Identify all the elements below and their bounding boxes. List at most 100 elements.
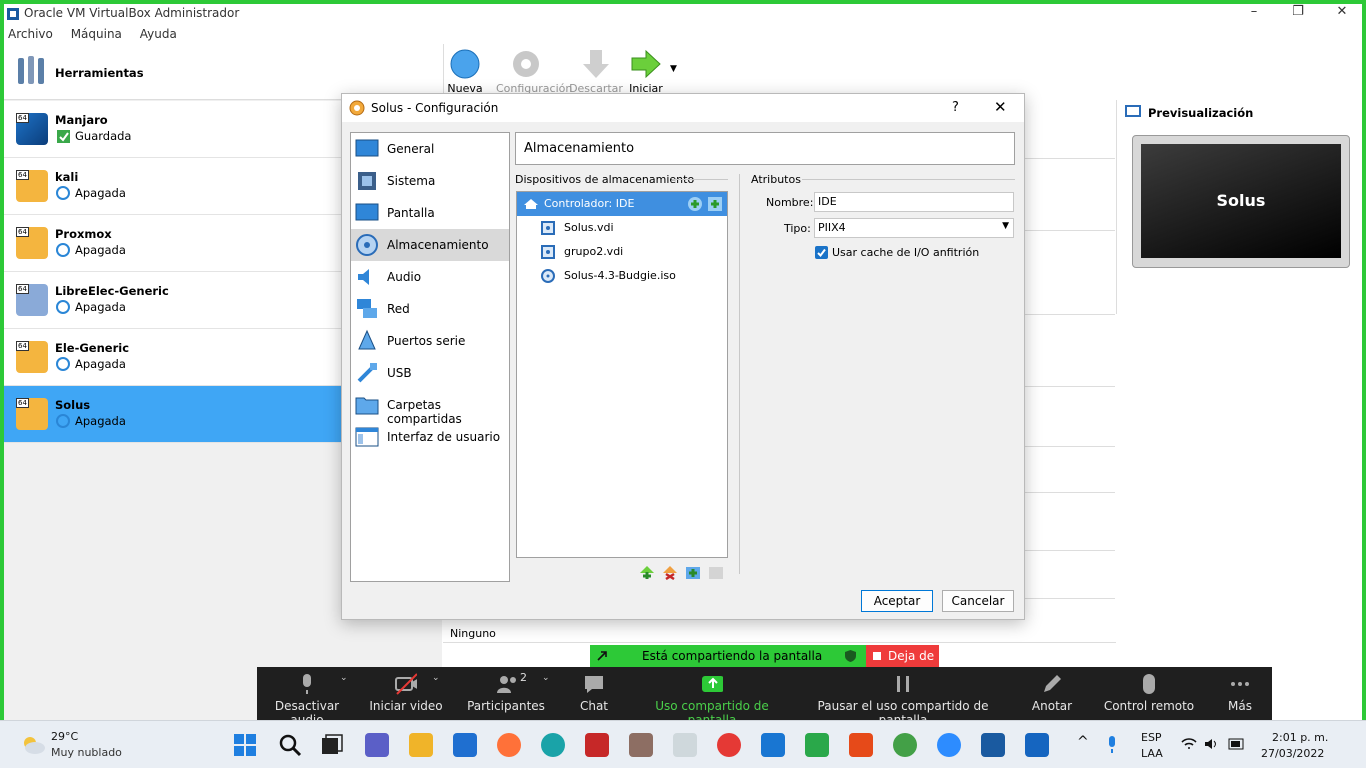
zoom-icon[interactable]: [937, 733, 961, 757]
menu-archivo[interactable]: Archivo: [8, 24, 53, 41]
mute-button[interactable]: Desactivar audio: [263, 673, 351, 727]
menu-ayuda[interactable]: Ayuda: [140, 24, 177, 41]
weather-temp[interactable]: 29°C: [51, 730, 78, 743]
settings-gear-icon: [349, 100, 365, 116]
clock-time[interactable]: 2:01 p. m.: [1272, 731, 1328, 744]
start-button[interactable]: Iniciar: [616, 48, 676, 95]
annotate-button[interactable]: Anotar: [1027, 673, 1077, 713]
add-optical-drive-icon[interactable]: [707, 196, 723, 212]
settings-nav: General Sistema Pantalla Almacenamiento …: [350, 132, 510, 582]
usb-icon: [357, 363, 377, 383]
firefox-icon[interactable]: [497, 733, 521, 757]
power-off-icon: [56, 357, 70, 371]
minecraft-icon[interactable]: [629, 733, 653, 757]
store-icon[interactable]: [453, 733, 477, 757]
nav-carpetas-compartidas[interactable]: Carpetas compartidas: [351, 389, 509, 426]
help-button[interactable]: ?: [952, 100, 959, 115]
stop-share-label: Deja de: [888, 649, 935, 663]
keyboard-layout[interactable]: LAA: [1141, 747, 1163, 760]
remote-control-button[interactable]: Control remoto: [1103, 673, 1195, 713]
battery-icon[interactable]: [1228, 738, 1246, 750]
tray-microphone-icon[interactable]: [1105, 735, 1119, 755]
gamepad-icon[interactable]: [673, 733, 697, 757]
minimize-button[interactable]: –: [1244, 4, 1264, 19]
volume-icon[interactable]: [1204, 737, 1220, 751]
chrome-profile-icon[interactable]: [893, 733, 917, 757]
file-explorer-icon[interactable]: [409, 733, 433, 757]
maximize-button[interactable]: ❐: [1288, 4, 1308, 19]
edge-icon[interactable]: [541, 733, 565, 757]
nav-interfaz-usuario[interactable]: Interfaz de usuario: [351, 421, 509, 453]
tree-device-grupo2-vdi[interactable]: grupo2.vdi: [517, 240, 727, 264]
wifi-icon[interactable]: [1181, 737, 1197, 751]
participants-button[interactable]: Participantes: [467, 673, 545, 713]
share-banner-text: Está compartiendo la pantalla: [642, 649, 823, 663]
qc-app-icon[interactable]: [805, 733, 829, 757]
task-view-icon[interactable]: [320, 733, 344, 757]
add-controller-icon[interactable]: [639, 564, 655, 580]
window-title: Oracle VM VirtualBox Administrador: [24, 6, 240, 20]
stop-share-button[interactable]: Deja de: [866, 645, 939, 667]
nav-audio[interactable]: Audio: [351, 261, 509, 293]
tree-device-iso[interactable]: Solus-4.3-Budgie.iso: [517, 264, 727, 288]
weather-desc[interactable]: Muy nublado: [51, 746, 122, 759]
add-attachment-icon[interactable]: [685, 564, 701, 580]
photos-icon[interactable]: [1025, 733, 1049, 757]
name-input[interactable]: IDE: [814, 192, 1014, 212]
preview-screen: Solus: [1141, 144, 1341, 258]
add-hard-disk-icon[interactable]: [687, 196, 703, 212]
nav-sistema[interactable]: Sistema: [351, 165, 509, 197]
search-icon[interactable]: [278, 733, 302, 757]
office-icon[interactable]: [849, 733, 873, 757]
mute-options-chevron-icon[interactable]: ⌄: [340, 673, 348, 683]
virtualbox-taskbar-icon[interactable]: [981, 733, 1005, 757]
nav-puertos-serie[interactable]: Puertos serie: [351, 325, 509, 357]
new-vm-button[interactable]: Nueva: [435, 48, 495, 95]
device-label: Solus.vdi: [564, 221, 614, 234]
section-title: Almacenamiento: [524, 141, 635, 156]
ok-button[interactable]: Aceptar: [861, 590, 933, 612]
mail-icon[interactable]: [761, 733, 785, 757]
close-dialog-button[interactable]: ✕: [994, 98, 1007, 116]
pause-share-button[interactable]: Pausar el uso compartido de pantalla: [803, 673, 1003, 727]
video-options-chevron-icon[interactable]: ⌄: [432, 673, 440, 683]
type-select[interactable]: PIIX4 ▼: [814, 218, 1014, 238]
more-button[interactable]: Más: [1217, 673, 1263, 713]
64bit-badge: 64: [16, 170, 29, 180]
settings-button[interactable]: Configuración: [496, 48, 572, 95]
chevron-up-icon[interactable]: ^: [1077, 734, 1089, 750]
tools-item[interactable]: Herramientas: [4, 44, 442, 100]
chat-button[interactable]: Chat: [569, 673, 619, 713]
chrome-icon[interactable]: [717, 733, 741, 757]
remove-attachment-icon[interactable]: [708, 564, 724, 580]
vm-name: Manjaro: [55, 113, 108, 127]
cancel-button[interactable]: Cancelar: [942, 590, 1014, 612]
vm-state: Guardada: [75, 129, 132, 143]
remove-controller-icon[interactable]: [662, 564, 678, 580]
windows-start-icon[interactable]: [233, 733, 257, 757]
vm-name: kali: [55, 170, 79, 184]
language-code[interactable]: ESP: [1141, 731, 1162, 744]
start-dropdown-chevron-icon[interactable]: ▼: [670, 64, 677, 74]
nav-pantalla[interactable]: Pantalla: [351, 197, 509, 229]
tree-controller-ide[interactable]: Controlador: IDE: [517, 192, 727, 216]
section-header: Almacenamiento: [515, 132, 1015, 165]
app-red-icon[interactable]: [585, 733, 609, 757]
nav-usb[interactable]: USB: [351, 357, 509, 389]
saved-state-icon: [57, 130, 70, 143]
clock-date[interactable]: 27/03/2022: [1261, 747, 1324, 760]
teams-chat-icon[interactable]: [365, 733, 389, 757]
nav-red[interactable]: Red: [351, 293, 509, 325]
shield-icon: [845, 650, 856, 662]
share-screen-button[interactable]: Uso compartido de pantalla: [637, 673, 787, 727]
cache-checkbox[interactable]: [815, 246, 828, 259]
weather-cloud-icon[interactable]: [20, 733, 46, 755]
menu-maquina[interactable]: Máquina: [71, 24, 122, 41]
participants-options-chevron-icon[interactable]: ⌄: [542, 673, 550, 683]
close-window-button[interactable]: ✕: [1332, 4, 1352, 19]
nav-general[interactable]: General: [351, 133, 509, 165]
virtualbox-icon: [7, 8, 19, 20]
drag-handle-icon[interactable]: [596, 650, 608, 662]
nav-almacenamiento[interactable]: Almacenamiento: [351, 229, 509, 261]
tree-device-solus-vdi[interactable]: Solus.vdi: [517, 216, 727, 240]
